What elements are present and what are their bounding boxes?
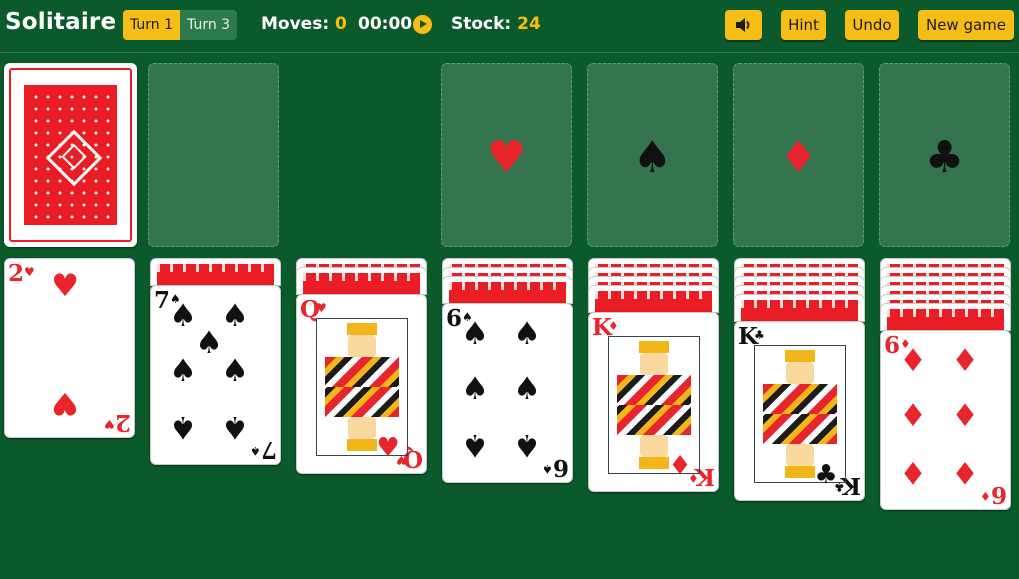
card-back-pattern [887, 309, 1004, 330]
card-rank: 2 [8, 260, 25, 287]
moves-counter: Moves: 0 [261, 14, 347, 34]
spade-icon: ♠ [632, 132, 673, 183]
new-game-button[interactable]: New game [918, 10, 1014, 40]
card-suit-icon: ♠ [250, 444, 261, 458]
portrait-head [348, 335, 376, 357]
tableau-card[interactable]: 6 ♠ 6 ♠ ♠ ♠ ♠ ♠ ♠ ♠ [442, 303, 573, 483]
card-pip: ♠ [513, 427, 541, 463]
sound-button[interactable] [725, 10, 762, 40]
card-pip: ♠ [461, 316, 489, 352]
portrait-half [317, 319, 407, 387]
stock-pile[interactable] [4, 63, 137, 247]
app-title: Solitaire [5, 9, 117, 35]
card-suit-icon: ♥ [24, 265, 35, 279]
portrait-robe [325, 357, 399, 387]
card-suit-icon: ♦ [668, 451, 692, 481]
face-down-card [588, 285, 719, 313]
speaker-icon [735, 18, 749, 32]
card-rank: 7 [260, 436, 277, 463]
foundation-clubs[interactable]: ♣ [879, 63, 1010, 247]
card-suit-icon: ♦ [608, 319, 619, 333]
heart-icon: ♥ [486, 132, 527, 183]
face-down-card [880, 303, 1011, 331]
card-back-pattern [303, 273, 420, 294]
stock-value: 24 [517, 14, 541, 34]
turn-3-button[interactable]: Turn 3 [180, 10, 238, 40]
card-back-medallion [45, 129, 102, 187]
tableau-card[interactable]: K ♣ K ♣ ♣ [734, 321, 865, 501]
portrait-half [755, 346, 845, 414]
face-down-card [150, 258, 281, 286]
turn-1-button[interactable]: Turn 1 [123, 10, 181, 40]
card-back-pattern [741, 300, 858, 321]
turn-mode-toggle: Turn 1 Turn 3 [123, 10, 238, 40]
portrait-robe [617, 405, 691, 435]
card-pip: ♠ [169, 409, 197, 445]
portrait-robe [617, 375, 691, 405]
face-down-card [442, 276, 573, 304]
waste-pile[interactable] [148, 63, 279, 247]
portrait-robe [763, 384, 837, 414]
stock-label: Stock: [451, 14, 512, 34]
moves-value: 0 [335, 14, 347, 34]
card-pip: ♠ [513, 316, 541, 352]
top-bar: Solitaire Turn 1 Turn 3 Moves: 0 00:00 S… [0, 0, 1019, 53]
portrait-half [609, 337, 699, 405]
card-back-pattern [449, 282, 566, 303]
card-rank: 2 [114, 409, 131, 436]
foundation-diamonds[interactable]: ♦ [733, 63, 864, 247]
crown-icon [347, 323, 377, 335]
tableau-card[interactable]: 2 ♥ 2 ♥ ♥ ♥ [4, 258, 135, 438]
card-pip: ♥ [51, 385, 79, 421]
card-pip: ♥ [51, 268, 79, 304]
card-pip: ♦ [899, 398, 927, 434]
card-pip: ♦ [951, 398, 979, 434]
timer-value: 00:00 [358, 14, 413, 34]
foundation-hearts[interactable]: ♥ [441, 63, 572, 247]
card-pip: ♦ [899, 343, 927, 379]
club-icon: ♣ [924, 132, 965, 183]
portrait-robe [325, 387, 399, 417]
card-pip: ♠ [461, 427, 489, 463]
card-pip: ♦ [951, 454, 979, 490]
card-pip: ♦ [899, 454, 927, 490]
card-pip: ♠ [221, 353, 249, 389]
card-pip: ♦ [951, 343, 979, 379]
card-suit-icon: ♠ [542, 462, 553, 476]
card-back-pattern [157, 264, 274, 285]
card-suit-icon: ♣ [814, 460, 838, 490]
tableau-card[interactable]: 6 ♦ 6 ♦ ♦ ♦ ♦ ♦ ♦ ♦ [880, 330, 1011, 510]
stock-counter: Stock: 24 [451, 14, 541, 34]
card-suit-icon: ♥ [376, 433, 400, 463]
tableau-card[interactable]: K ♦ K ♦ ♦ [588, 312, 719, 492]
tableau-card[interactable]: Q ♥ Q ♥ ♥ [296, 294, 427, 474]
face-down-card [734, 294, 865, 322]
card-suit-icon: ♥ [316, 301, 327, 315]
card-suit-icon: ♥ [104, 417, 115, 431]
undo-button[interactable]: Undo [845, 10, 899, 40]
crown-icon [639, 341, 669, 353]
timer: 00:00 [358, 14, 412, 34]
card-back-pattern [595, 291, 712, 312]
card-suit-icon: ♣ [754, 328, 765, 342]
card-pip: ♠ [221, 409, 249, 445]
card-suit-icon: ♦ [980, 489, 991, 503]
tableau-card[interactable]: 7 ♠ 7 ♠ ♠ ♠ ♠ ♠ ♠ ♠ ♠ [150, 285, 281, 465]
portrait-head [786, 362, 814, 384]
card-pip: ♠ [169, 353, 197, 389]
card-back-pattern [24, 85, 117, 225]
card-rank: 6 [990, 481, 1007, 508]
moves-label: Moves: [261, 14, 330, 34]
card-rank: 6 [552, 454, 569, 481]
play-icon[interactable] [413, 15, 432, 34]
card-pip: ♠ [461, 371, 489, 407]
portrait-robe [763, 414, 837, 444]
hint-button[interactable]: Hint [781, 10, 826, 40]
diamond-icon: ♦ [778, 132, 819, 183]
face-down-card [296, 267, 427, 295]
card-pip: ♠ [513, 371, 541, 407]
portrait-head [640, 353, 668, 375]
crown-icon [785, 350, 815, 362]
foundation-spades[interactable]: ♠ [587, 63, 718, 247]
